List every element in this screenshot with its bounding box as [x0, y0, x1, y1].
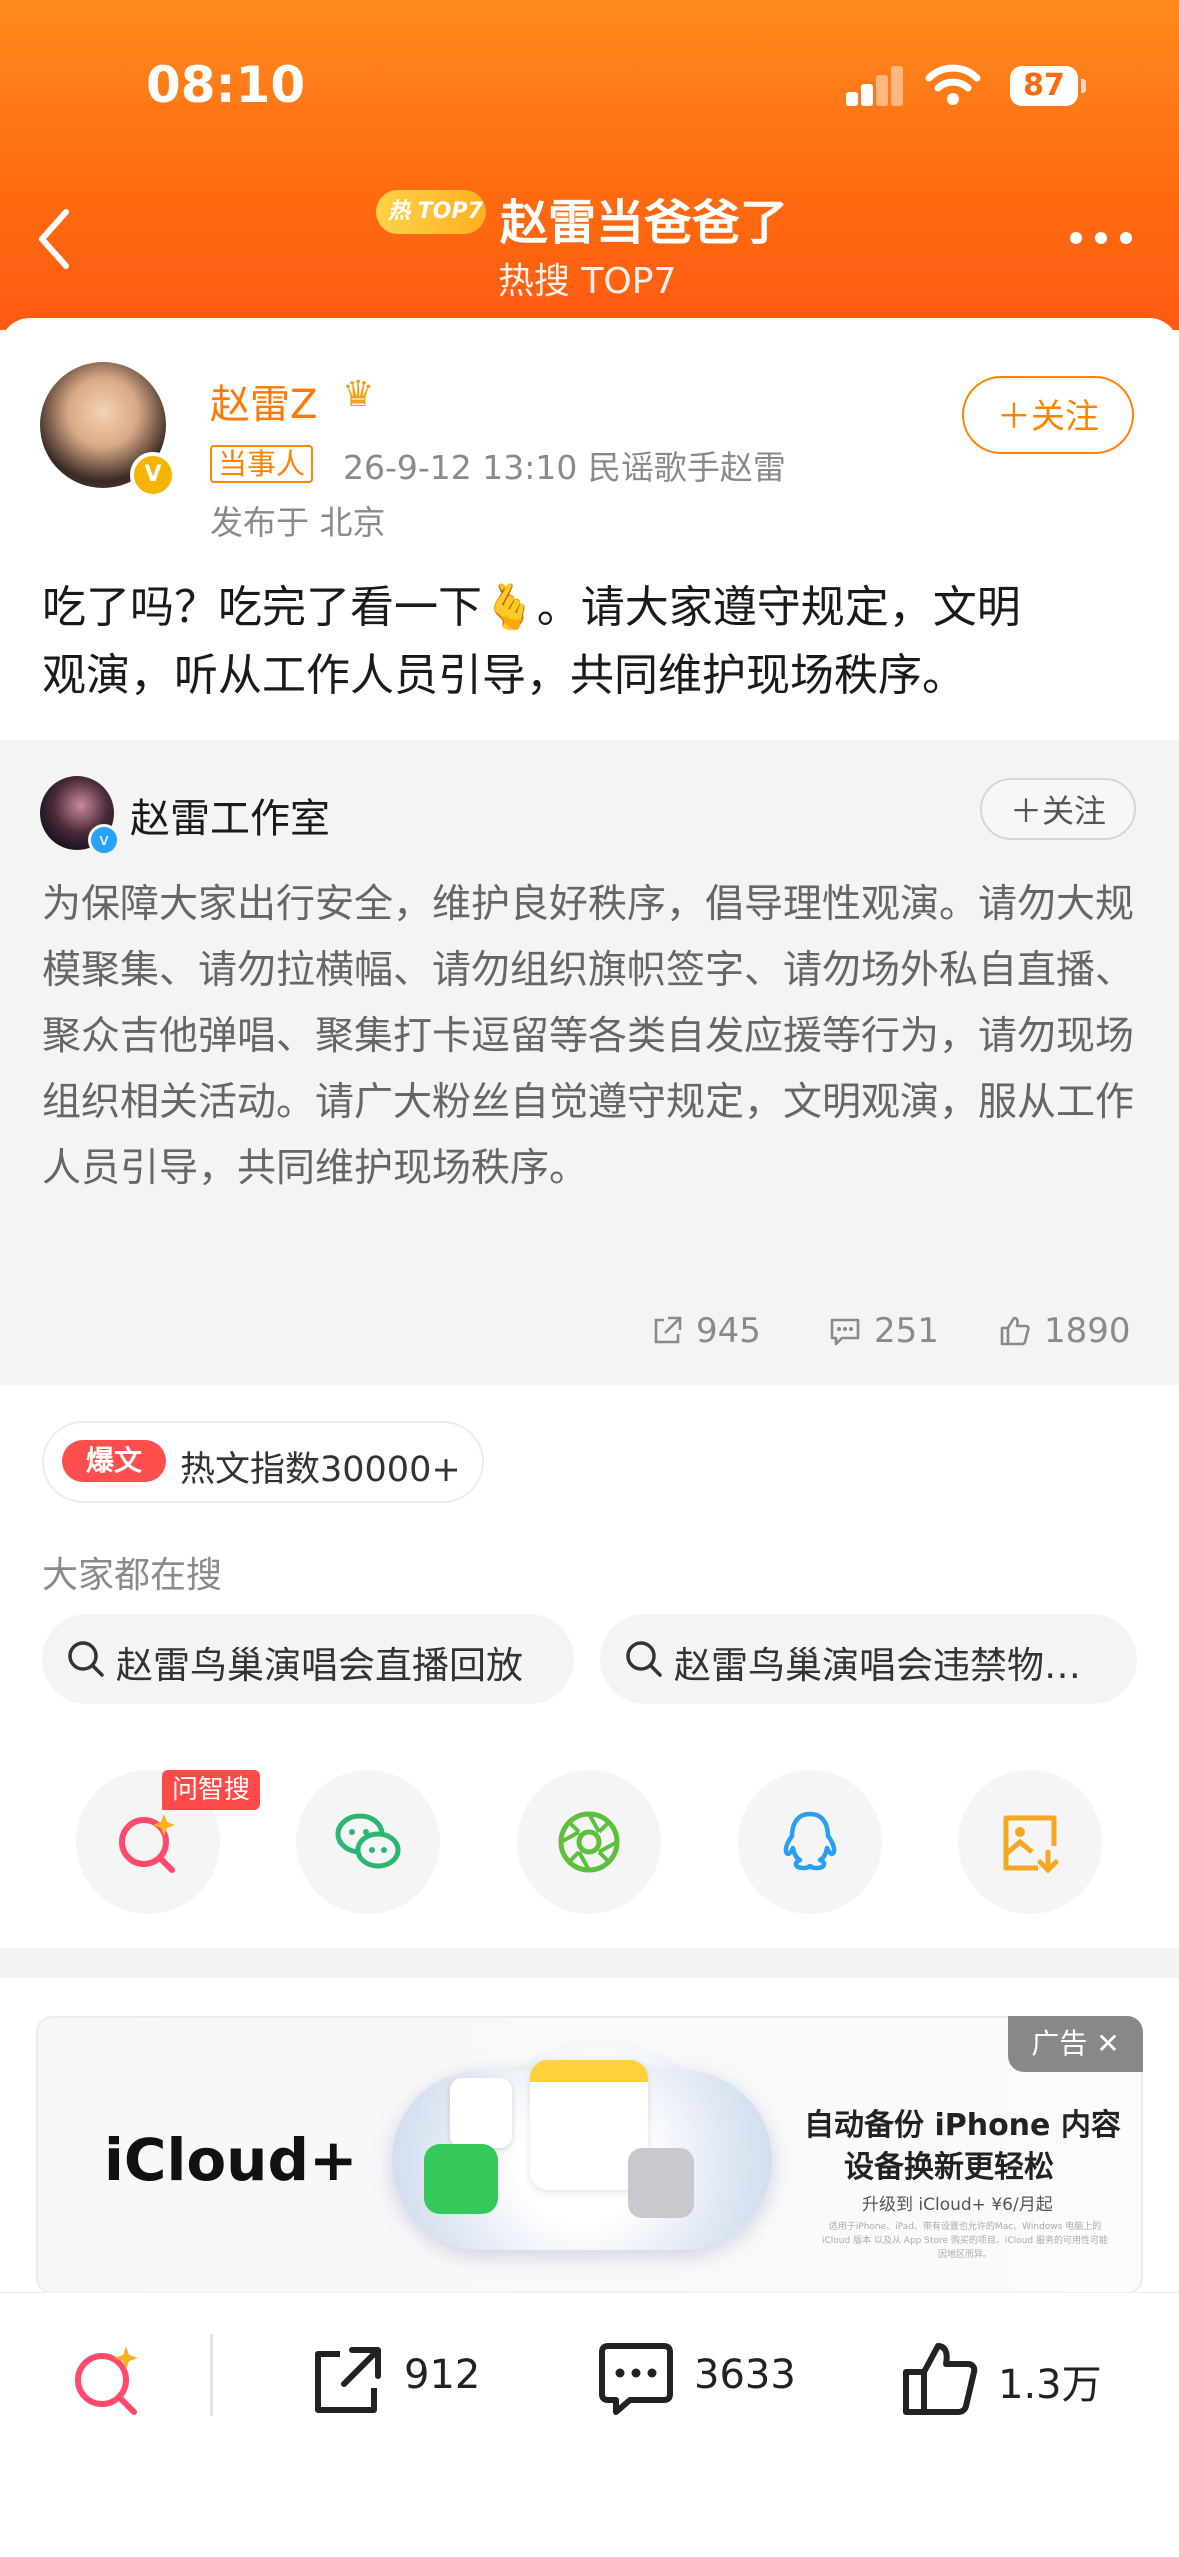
section-divider	[0, 1948, 1179, 1978]
bottom-action-bar	[0, 2292, 1179, 2557]
crown-icon: ♛	[342, 374, 375, 415]
ad-close-label[interactable]: 广告 ✕	[1008, 2016, 1143, 2072]
post-meta: 26-9-12 13:10 民谣歌手赵雷	[343, 448, 786, 487]
ai-search-icon	[75, 2346, 138, 2415]
like-icon	[903, 2343, 978, 2415]
share-icon	[315, 2347, 381, 2413]
share-icon	[654, 1316, 682, 1344]
moments-share-button[interactable]	[517, 1770, 661, 1914]
repost-share-count: 945	[696, 1311, 761, 1351]
signal-icon	[846, 64, 903, 106]
like-icon	[1000, 1316, 1030, 1346]
battery-tip	[1081, 79, 1086, 93]
boom-tag: 爆文	[62, 1440, 166, 1482]
repost-author[interactable]: 赵雷工作室	[130, 786, 330, 844]
bottom-repost-count: 912	[404, 2352, 481, 2398]
save-image-icon	[1003, 1815, 1059, 1874]
repost-text: 为保障大家出行安全，维护良好秩序，倡导理性观演。请勿大规模聚集、请勿拉横幅、请勿…	[42, 882, 1135, 1191]
follow-button[interactable]: ＋关注	[962, 376, 1134, 454]
verified-icon: V	[130, 452, 176, 498]
save-image-button[interactable]	[958, 1770, 1102, 1914]
author-name[interactable]: 赵雷Z	[210, 372, 317, 430]
comment-icon	[599, 2343, 673, 2415]
post-text-line: 吃了吗？吃完了看一下🫰。请大家遵守规定，文明	[42, 582, 1021, 633]
search-suggestion-text: 赵雷鸟巢演唱会违禁物…	[674, 1644, 1081, 1687]
party-tag: 当事人	[210, 445, 314, 483]
ad-offer: 升级到 iCloud+ ¥6/月起	[862, 2195, 1053, 2215]
repost-like-stat[interactable]: 1890	[998, 1311, 1131, 1351]
battery-icon: 87	[1010, 66, 1078, 106]
ad-headline: 自动备份 iPhone 内容	[804, 2108, 1121, 2143]
ai-search-tag: 问智搜	[162, 1770, 260, 1810]
comment-icon	[830, 1318, 860, 1346]
ad-brand: iCloud+	[104, 2126, 358, 2194]
repost-like-count: 1890	[1044, 1311, 1131, 1351]
status-time: 08:10	[146, 56, 306, 114]
contacts-app-icon	[628, 2148, 694, 2218]
back-icon[interactable]	[34, 208, 74, 274]
hot-rank-badge: 热 TOP7	[376, 190, 486, 234]
calendar-app-icon	[450, 2078, 512, 2148]
more-icon[interactable]	[1068, 230, 1134, 250]
search-suggestion-text: 赵雷鸟巢演唱会直播回放	[116, 1644, 523, 1687]
wifi-icon	[925, 62, 981, 110]
verified-icon: v	[88, 824, 120, 856]
hot-index-text: 热文指数30000+	[180, 1450, 461, 1490]
search-suggestion[interactable]: 赵雷鸟巢演唱会违禁物…	[600, 1614, 1137, 1704]
repost-follow-button[interactable]: ＋关注	[980, 778, 1136, 840]
search-section-title: 大家都在搜	[42, 1555, 223, 1596]
wechat-icon	[335, 1813, 401, 1869]
ai-search-icon	[119, 1814, 175, 1873]
post-text-line: 观演，听从工作人员引导，共同维护现场秩序。	[42, 650, 966, 701]
bottom-comment-count: 3633	[694, 2352, 796, 2398]
search-suggestion[interactable]: 赵雷鸟巢演唱会直播回放	[42, 1614, 574, 1704]
post-location: 发布于 北京	[210, 503, 386, 542]
qq-icon	[783, 1811, 837, 1871]
page-title: 赵雷当爸爸了	[500, 195, 789, 251]
ad-fine-print: 适用于iPhone、iPad、带有设置也允许的Mac、Windows 电脑上的 …	[822, 2222, 1108, 2260]
page-subtitle: 热搜 TOP7	[498, 261, 677, 302]
bottom-like-count: 1.3万	[998, 2362, 1102, 2408]
bottom-separator	[210, 2334, 213, 2416]
wechat-share-button[interactable]	[296, 1770, 440, 1914]
search-icon	[626, 1641, 662, 1677]
ad-headline-2: 设备换新更轻松	[844, 2150, 1054, 2185]
repost-comment-count: 251	[874, 1311, 939, 1351]
messages-app-icon	[424, 2144, 498, 2214]
repost-share-stat[interactable]: 945	[650, 1311, 761, 1351]
repost-comment-stat[interactable]: 251	[828, 1311, 939, 1351]
moments-icon	[558, 1811, 620, 1873]
post-text: 吃了吗？吃完了看一下🫰。请大家遵守规定，文明 观演，听从工作人员引导，共同维护现…	[42, 574, 1142, 710]
search-icon	[68, 1641, 104, 1677]
qq-share-button[interactable]	[738, 1770, 882, 1914]
